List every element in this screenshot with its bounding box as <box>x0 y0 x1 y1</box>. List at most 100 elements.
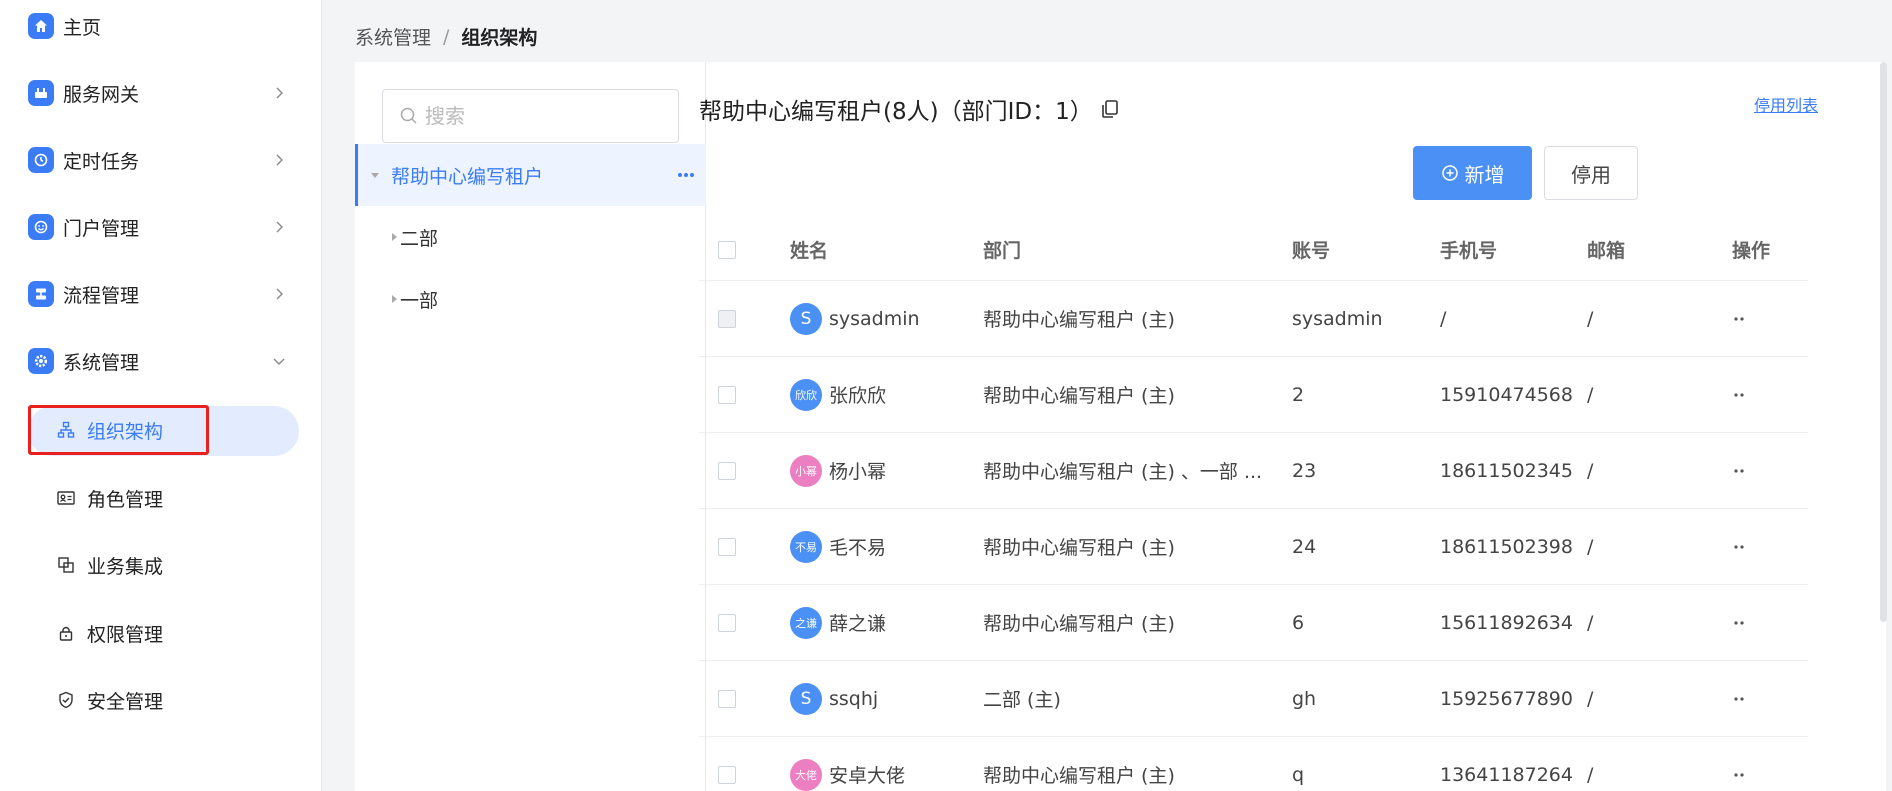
header-name: 姓名 <box>790 240 829 262</box>
nav-item-portal[interactable]: 门户管理 <box>0 205 321 249</box>
table-row[interactable]: 欣欣 张欣欣 帮助中心编写租户 (主) 2 15910474568 / <box>699 357 1808 433</box>
email-cell: / <box>1587 535 1594 558</box>
breadcrumb: 系统管理 / 组织架构 <box>355 23 537 50</box>
ops-cell <box>1732 509 1792 584</box>
row-checkbox[interactable] <box>718 385 736 404</box>
disable-button[interactable]: 停用 <box>1544 146 1638 200</box>
sub-item-security-management[interactable]: 安全管理 <box>0 676 321 724</box>
ops-cell <box>1732 661 1792 736</box>
row-checkbox[interactable] <box>718 613 736 632</box>
table-row[interactable]: 不易 毛不易 帮助中心编写租户 (主) 24 18611502398 / <box>699 509 1808 585</box>
home-icon <box>28 13 54 39</box>
phone-cell: 18611502398 <box>1440 535 1573 558</box>
nav-label: 系统管理 <box>63 351 140 374</box>
ops-cell <box>1732 281 1792 356</box>
more-icon[interactable] <box>676 170 696 180</box>
table-row[interactable]: 大佬 安卓大佬 帮助中心编写租户 (主) q 13641187264 / <box>699 737 1808 791</box>
table-row[interactable]: 之谦 薛之谦 帮助中心编写租户 (主) 6 15611892634 / <box>699 585 1808 661</box>
row-checkbox-cell <box>718 281 748 356</box>
phone-cell: 15611892634 <box>1440 611 1573 634</box>
chevron-right-icon <box>276 221 283 233</box>
more-actions-icon[interactable] <box>1732 772 1746 778</box>
breadcrumb-parent[interactable]: 系统管理 <box>355 23 431 50</box>
more-actions-icon[interactable] <box>1732 544 1746 550</box>
table-row[interactable]: S ssqhj 二部 (主) gh 15925677890 / <box>699 661 1808 737</box>
sub-label: 安全管理 <box>87 690 164 713</box>
avatar: S <box>790 302 822 335</box>
row-checkbox-cell <box>718 585 748 660</box>
more-actions-icon[interactable] <box>1732 316 1746 322</box>
more-actions-icon[interactable] <box>1732 696 1746 702</box>
account-cell: 24 <box>1292 535 1317 558</box>
name-cell: 之谦 薛之谦 <box>790 585 970 660</box>
nav-item-flow[interactable]: 流程管理 <box>0 272 321 316</box>
nav-item-home[interactable]: 主页 <box>0 4 321 48</box>
name-cell: 不易 毛不易 <box>790 509 970 584</box>
name-cell: 小幂 杨小幂 <box>790 433 970 508</box>
user-name: 张欣欣 <box>829 385 887 407</box>
dept-cell: 二部 (主) <box>983 689 1061 711</box>
nav-item-system[interactable]: 系统管理 <box>0 339 321 383</box>
ops-cell <box>1732 357 1792 432</box>
tree-node-dept-2[interactable]: 二部 <box>355 206 706 268</box>
id-card-icon <box>57 491 75 505</box>
disable-button-label: 停用 <box>1571 162 1611 187</box>
add-button[interactable]: 新增 <box>1413 146 1532 200</box>
department-title-text: 帮助中心编写租户(8人)（部门ID：1） <box>699 99 1093 125</box>
phone-cell: 15910474568 <box>1440 383 1573 406</box>
nav-item-scheduled-tasks[interactable]: 定时任务 <box>0 138 321 182</box>
chevron-right-icon <box>276 154 283 166</box>
disabled-list-link[interactable]: 停用列表 <box>1754 92 1818 116</box>
row-checkbox[interactable] <box>718 461 736 480</box>
avatar: 大佬 <box>790 758 822 791</box>
flow-icon <box>28 281 54 307</box>
sub-item-business-integration[interactable]: 业务集成 <box>0 541 321 589</box>
account-cell: q <box>1292 763 1305 786</box>
sub-item-permission-management[interactable]: 权限管理 <box>0 609 321 657</box>
row-checkbox[interactable] <box>718 689 736 708</box>
more-actions-icon[interactable] <box>1732 620 1746 626</box>
row-checkbox[interactable] <box>718 765 736 784</box>
row-checkbox[interactable] <box>718 537 736 556</box>
ops-cell <box>1732 585 1792 660</box>
name-cell: 大佬 安卓大佬 <box>790 737 970 791</box>
tree-node-root[interactable]: 帮助中心编写租户 <box>355 144 706 206</box>
caret-right-icon[interactable] <box>388 231 400 243</box>
dept-cell: 帮助中心编写租户 (主) <box>983 309 1175 331</box>
nav-label: 流程管理 <box>63 284 140 307</box>
search-input[interactable] <box>425 91 665 141</box>
caret-right-icon[interactable] <box>388 293 400 305</box>
sub-item-role-management[interactable]: 角色管理 <box>0 474 321 522</box>
avatar: 不易 <box>790 530 822 563</box>
header-account: 账号 <box>1292 240 1331 262</box>
more-actions-icon[interactable] <box>1732 392 1746 398</box>
tree-node-dept-1[interactable]: 一部 <box>355 268 706 330</box>
user-name: 安卓大佬 <box>829 765 906 787</box>
row-checkbox-cell <box>718 433 748 508</box>
tree-search[interactable] <box>382 89 679 143</box>
ops-cell <box>1732 737 1792 791</box>
header-phone: 手机号 <box>1440 240 1498 262</box>
caret-down-icon[interactable] <box>369 169 381 181</box>
sub-item-org-structure[interactable]: 组织架构 <box>0 406 321 454</box>
user-name: 杨小幂 <box>829 461 887 483</box>
nav-item-gateway[interactable]: 服务网关 <box>0 71 321 115</box>
avatar: 之谦 <box>790 606 822 639</box>
copy-icon[interactable] <box>1099 98 1121 120</box>
table-row[interactable]: S sysadmin 帮助中心编写租户 (主) sysadmin / / <box>699 281 1808 357</box>
header-email: 邮箱 <box>1587 240 1626 262</box>
department-title: 帮助中心编写租户(8人)（部门ID：1） <box>699 92 1121 126</box>
scrollbar[interactable] <box>1880 62 1887 622</box>
user-name: 毛不易 <box>829 537 887 559</box>
header-checkbox-cell <box>718 219 748 280</box>
row-checkbox[interactable] <box>718 309 736 328</box>
table-row[interactable]: 小幂 杨小幂 帮助中心编写租户 (主) 、一部 ... 23 186115023… <box>699 433 1808 509</box>
select-all-checkbox[interactable] <box>718 240 736 259</box>
email-cell: / <box>1587 459 1594 482</box>
more-actions-icon[interactable] <box>1732 468 1746 474</box>
content-card: 帮助中心编写租户 二部 一部 帮助中心编写租户(8人)（部门ID：1） <box>355 62 1887 791</box>
account-cell: sysadmin <box>1292 307 1383 330</box>
avatar: 小幂 <box>790 454 822 487</box>
plus-circle-icon <box>1441 165 1458 181</box>
row-checkbox-cell <box>718 661 748 736</box>
